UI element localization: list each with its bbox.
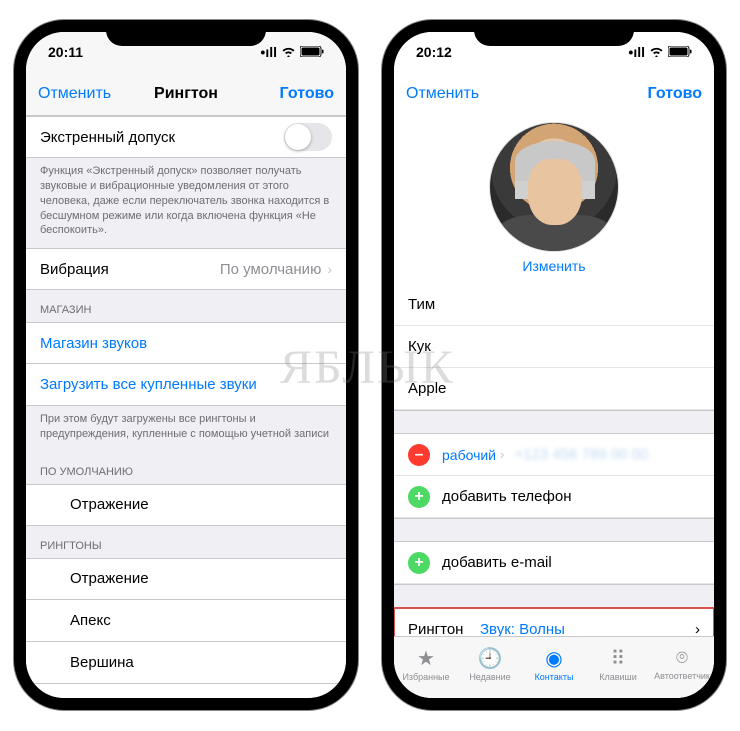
tab-bar: ★Избранные🕘Недавние◉Контакты⠿Клавиши⌾Авт… bbox=[394, 636, 714, 698]
phone-label[interactable]: рабочий bbox=[442, 447, 496, 463]
default-header: ПО УМОЛЧАНИЮ bbox=[26, 452, 346, 484]
battery-icon bbox=[668, 44, 692, 60]
vibration-row[interactable]: Вибрация По умолчанию › bbox=[26, 248, 346, 290]
store-header: МАГАЗИН bbox=[26, 290, 346, 322]
tab-Автоответчик[interactable]: ⌾Автоответчик bbox=[650, 637, 714, 690]
contact-avatar[interactable] bbox=[489, 122, 619, 252]
wifi-icon bbox=[281, 44, 296, 60]
home-indicator bbox=[126, 702, 246, 706]
done-button[interactable]: Готово bbox=[648, 85, 702, 103]
ringtone-item-label: Вестник bbox=[70, 696, 332, 698]
cancel-button[interactable]: Отменить bbox=[38, 85, 111, 103]
download-all-row[interactable]: Загрузить все купленные звуки bbox=[26, 364, 346, 406]
store-footer: При этом будут загружены все рингтоны и … bbox=[26, 406, 346, 452]
ringtone-item[interactable]: Отражение bbox=[26, 558, 346, 600]
default-ringtone-row[interactable]: Отражение bbox=[26, 484, 346, 526]
ringtone-item-label: Отражение bbox=[70, 570, 332, 587]
notch bbox=[106, 20, 266, 46]
tab-Избранные[interactable]: ★Избранные bbox=[394, 637, 458, 690]
ringtones-header: РИНГТОНЫ bbox=[26, 526, 346, 558]
tab-icon: ⠿ bbox=[611, 646, 626, 671]
tab-Контакты[interactable]: ◉Контакты bbox=[522, 637, 586, 690]
tab-icon: ◉ bbox=[545, 646, 562, 671]
add-phone-row[interactable]: + добавить телефон bbox=[394, 476, 714, 518]
page-title: Рингтон bbox=[154, 85, 218, 103]
tab-icon: ★ bbox=[417, 646, 435, 671]
cancel-button[interactable]: Отменить bbox=[406, 85, 479, 103]
emergency-bypass-label: Экстренный допуск bbox=[40, 129, 284, 146]
home-indicator bbox=[494, 702, 614, 706]
ringtone-item-label: Апекс bbox=[70, 612, 332, 629]
remove-icon[interactable]: – bbox=[408, 444, 430, 466]
tab-label: Избранные bbox=[402, 672, 449, 682]
edit-photo-button[interactable]: Изменить bbox=[522, 258, 585, 274]
tab-Недавние[interactable]: 🕘Недавние bbox=[458, 637, 522, 690]
nav-bar: Отменить Готово bbox=[394, 72, 714, 116]
ringtone-item[interactable]: Вершина bbox=[26, 642, 346, 684]
chevron-right-icon: › bbox=[695, 621, 700, 638]
signal-icon: •ıll bbox=[628, 44, 645, 60]
phone-entry-row[interactable]: – рабочий › +123 456 789 00 00 bbox=[394, 434, 714, 476]
phone-frame-right: 20:12 •ıll Отменить Готово Изменить bbox=[382, 20, 726, 710]
phone-frame-left: 20:11 •ıll Отменить Рингтон Готово Экстр… bbox=[14, 20, 358, 710]
tab-label: Недавние bbox=[469, 672, 510, 682]
ringtone-item[interactable]: Вестник bbox=[26, 684, 346, 698]
tab-label: Автоответчик bbox=[654, 671, 710, 681]
add-icon[interactable]: + bbox=[408, 486, 430, 508]
vibration-label: Вибрация bbox=[40, 261, 220, 278]
emergency-bypass-toggle[interactable] bbox=[284, 123, 332, 151]
status-time: 20:11 bbox=[48, 44, 83, 60]
ringtone-label: Рингтон bbox=[408, 621, 480, 638]
first-name-field[interactable]: Тим bbox=[394, 284, 714, 326]
ringtone-item[interactable]: Апекс bbox=[26, 600, 346, 642]
last-name-field[interactable]: Кук bbox=[394, 326, 714, 368]
chevron-right-icon: › bbox=[500, 447, 504, 462]
tone-store-row[interactable]: Магазин звуков bbox=[26, 322, 346, 364]
emergency-footer: Функция «Экстренный допуск» позволяет по… bbox=[26, 158, 346, 248]
tab-label: Контакты bbox=[535, 672, 574, 682]
ringtone-value: Звук: Волны bbox=[480, 621, 695, 638]
tab-icon: ⌾ bbox=[676, 647, 688, 670]
add-email-row[interactable]: + добавить e-mail bbox=[394, 542, 714, 584]
status-time: 20:12 bbox=[416, 44, 452, 60]
tab-Клавиши[interactable]: ⠿Клавиши bbox=[586, 637, 650, 690]
done-button[interactable]: Готово bbox=[280, 85, 334, 103]
add-icon[interactable]: + bbox=[408, 552, 430, 574]
tab-label: Клавиши bbox=[599, 672, 637, 682]
chevron-right-icon: › bbox=[327, 261, 332, 277]
battery-icon bbox=[300, 44, 324, 60]
vibration-value: По умолчанию bbox=[220, 261, 321, 278]
signal-icon: •ıll bbox=[260, 44, 277, 60]
nav-bar: Отменить Рингтон Готово bbox=[26, 72, 346, 116]
company-field[interactable]: Apple bbox=[394, 368, 714, 410]
tab-icon: 🕘 bbox=[478, 646, 503, 671]
phone-number-value[interactable]: +123 456 789 00 00 bbox=[514, 446, 648, 463]
notch bbox=[474, 20, 634, 46]
ringtone-item-label: Вершина bbox=[70, 654, 332, 671]
emergency-bypass-row[interactable]: Экстренный допуск bbox=[26, 116, 346, 158]
wifi-icon bbox=[649, 44, 664, 60]
